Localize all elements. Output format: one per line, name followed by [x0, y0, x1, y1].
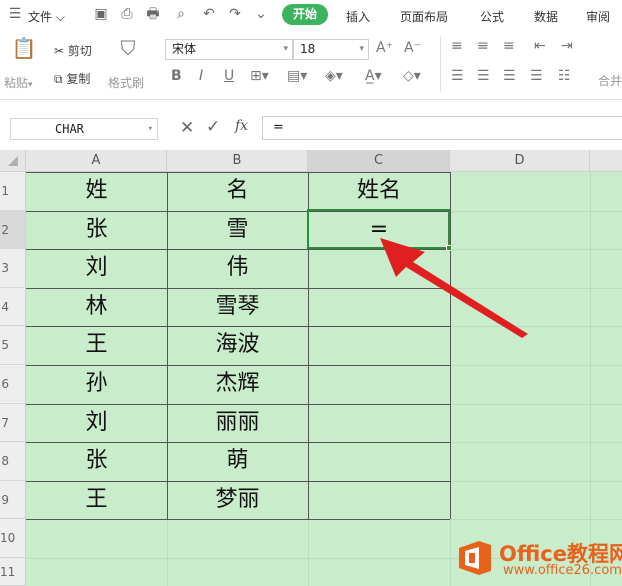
office-logo-icon — [459, 541, 491, 575]
red-arrow-icon — [380, 238, 528, 338]
annotation-arrow — [380, 238, 528, 338]
watermark-url: www.office26.com — [503, 563, 622, 578]
spreadsheet-window: ☰ 文件 ⌵ ▣ ⎙ 🖶 ⌕ ↶ ↷ ⌄ 开始 插入 页面布局 公式 数据 审阅… — [0, 0, 622, 586]
